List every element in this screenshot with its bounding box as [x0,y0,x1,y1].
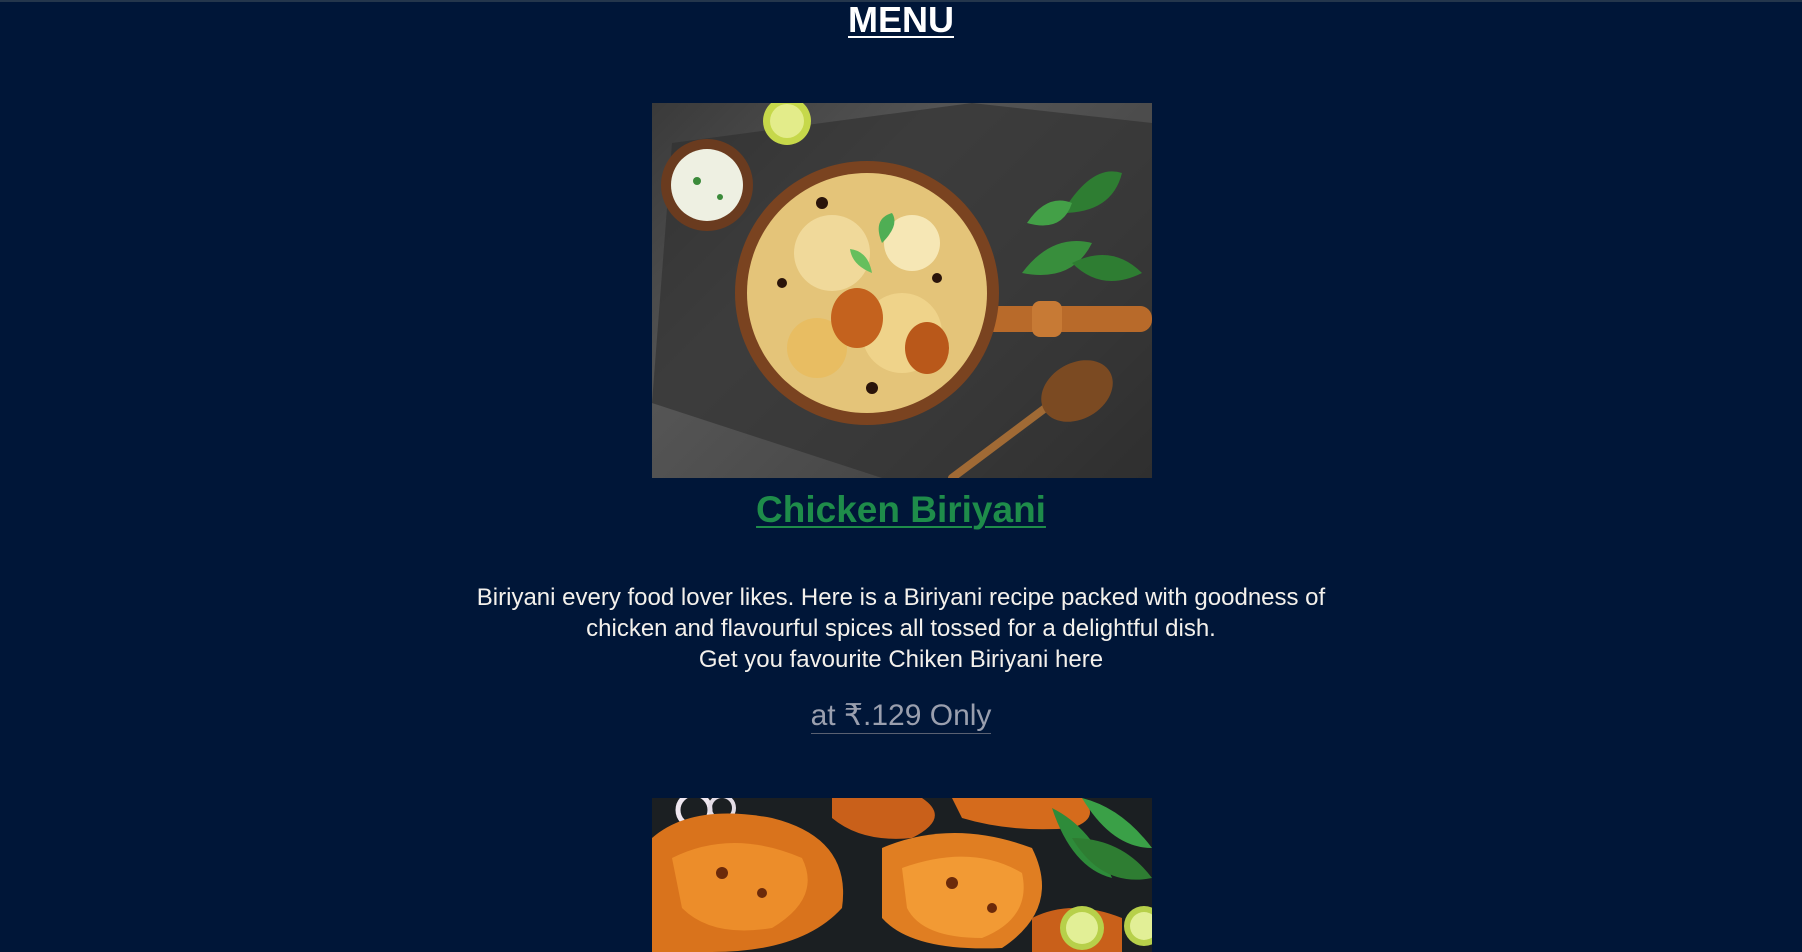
dish-description: Biriyani every food lover likes. Here is… [451,582,1351,675]
tandoori-image [652,798,1152,952]
dish-name: Chicken Biriyani [0,490,1802,530]
page-title-text: MENU [848,0,954,40]
dish-description-line: Get you favourite Chiken Biriyani here [698,646,1104,673]
dish-price-link[interactable]: at ₹.129 Only [810,699,992,734]
dish-description-line: Biriyani every food lover likes. Here is… [476,584,1326,611]
dish-description-line: chicken and flavourful spices all tossed… [586,615,1216,642]
dish-name-link[interactable]: Chicken Biriyani [756,489,1046,530]
dish-price: at ₹.129 Only [0,698,1802,734]
biriyani-image [652,103,1152,478]
page-title: MENU [0,0,1802,40]
